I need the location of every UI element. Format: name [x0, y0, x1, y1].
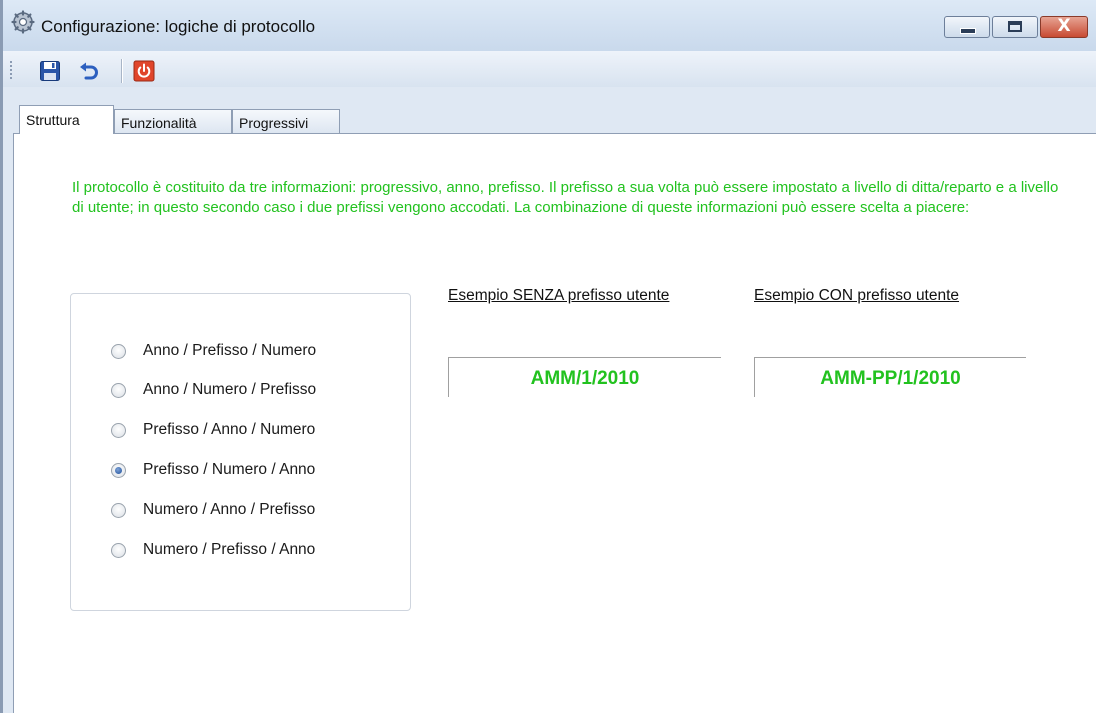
close-icon: X: [1057, 16, 1071, 36]
radio-label: Prefisso / Anno / Numero: [143, 421, 316, 438]
tab-struttura[interactable]: Struttura: [19, 105, 114, 134]
minimize-button[interactable]: [944, 16, 990, 38]
example-with-prefix-value: AMM-PP/1/2010: [754, 357, 1026, 397]
undo-arrow-icon[interactable]: [78, 60, 100, 82]
power-icon[interactable]: [133, 60, 155, 82]
tab-label: Struttura: [26, 112, 80, 128]
gear-icon: [11, 10, 35, 34]
example-without-prefix-label: Esempio SENZA prefisso utente: [448, 287, 670, 304]
tab-label: Funzionalità: [121, 115, 197, 131]
toolbar-separator: [121, 59, 123, 83]
radio-button[interactable]: [111, 502, 126, 518]
minimize-icon: [960, 28, 976, 34]
radio-option-prefisso-numero-anno[interactable]: Prefisso / Numero / Anno: [111, 459, 315, 481]
radio-button[interactable]: [111, 422, 126, 438]
description-text: Il protocollo è costituito da tre inform…: [72, 179, 1059, 216]
close-button[interactable]: X: [1040, 16, 1088, 38]
window-controls: X: [944, 16, 1088, 38]
title-bar[interactable]: Configurazione: logiche di protocollo X: [3, 0, 1096, 51]
maximize-icon: [1008, 21, 1022, 32]
radio-button-checked[interactable]: [111, 462, 126, 478]
radio-option-anno-numero-prefisso[interactable]: Anno / Numero / Prefisso: [111, 379, 316, 401]
radio-label: Anno / Prefisso / Numero: [143, 342, 317, 359]
radio-button[interactable]: [111, 542, 126, 558]
radio-label: Numero / Prefisso / Anno: [143, 541, 316, 558]
toolbar-grip[interactable]: [10, 61, 12, 79]
tab-label: Progressivi: [239, 115, 309, 131]
radio-option-prefisso-anno-numero[interactable]: Prefisso / Anno / Numero: [111, 419, 315, 441]
radio-button[interactable]: [111, 382, 126, 398]
radio-option-anno-prefisso-numero[interactable]: Anno / Prefisso / Numero: [111, 340, 316, 362]
radio-option-numero-anno-prefisso[interactable]: Numero / Anno / Prefisso: [111, 499, 315, 521]
radio-label: Numero / Anno / Prefisso: [143, 501, 316, 518]
example-without-prefix-value: AMM/1/2010: [448, 357, 721, 397]
floppy-disk-icon[interactable]: [39, 60, 61, 82]
radio-label: Anno / Numero / Prefisso: [143, 381, 317, 398]
maximize-button[interactable]: [992, 16, 1038, 38]
tab-funzionalita[interactable]: Funzionalità: [114, 109, 232, 133]
tab-progressivi[interactable]: Progressivi: [232, 109, 340, 133]
radio-button[interactable]: [111, 343, 126, 359]
radio-label: Prefisso / Numero / Anno: [143, 461, 316, 478]
app-window: Configurazione: logiche di protocollo X: [0, 0, 1096, 713]
example-with-prefix-label: Esempio CON prefisso utente: [754, 287, 960, 304]
window-title: Configurazione: logiche di protocollo: [41, 17, 316, 36]
toolbar: [3, 51, 1096, 87]
radio-option-numero-prefisso-anno[interactable]: Numero / Prefisso / Anno: [111, 539, 315, 561]
